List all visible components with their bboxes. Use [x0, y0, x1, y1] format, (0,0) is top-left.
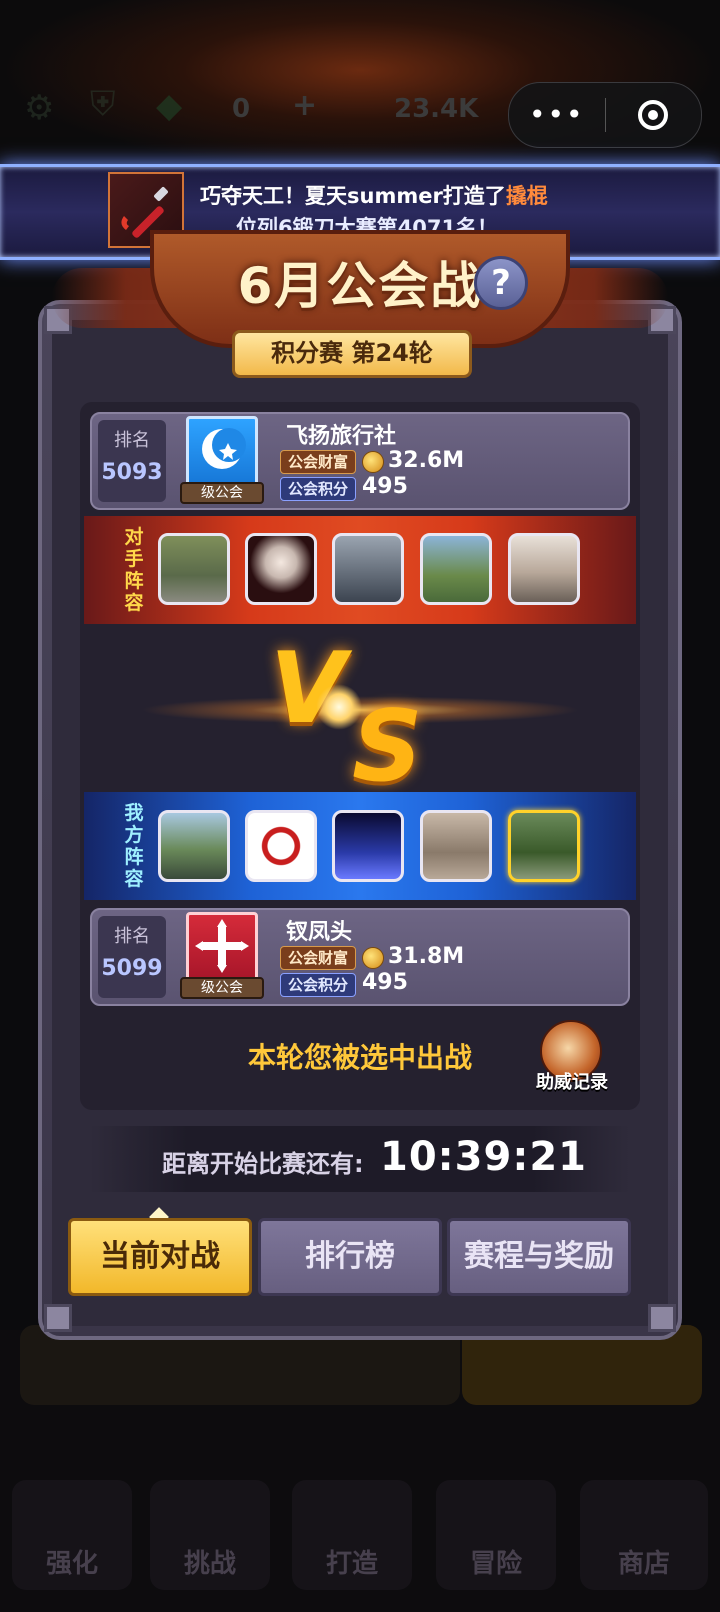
- add-icon: +: [292, 88, 318, 123]
- tab-current-battle[interactable]: 当前对战: [68, 1218, 252, 1296]
- notification-item-name: 撬棍: [505, 184, 548, 208]
- my-avatar-5[interactable]: [508, 810, 580, 882]
- gear-icon: ⚙: [24, 88, 55, 128]
- opponent-lineup-label: 对手阵容: [124, 526, 144, 614]
- guild-badge-icon: ⛨: [90, 84, 116, 124]
- my-rank-box: 排名 5099: [98, 916, 166, 998]
- cross-icon: [195, 919, 249, 973]
- help-button[interactable]: ?: [474, 256, 528, 310]
- opponent-avatar-3[interactable]: [332, 533, 404, 605]
- selected-notice: 本轮您被选中出战: [247, 1041, 472, 1074]
- opponent-guild-level: 级公会: [180, 482, 264, 504]
- rank-label: 排名: [114, 926, 150, 947]
- nav-tab-adventure: 冒险: [436, 1480, 556, 1590]
- coin-icon: [362, 451, 384, 473]
- countdown-label: 距离开始比赛还有:: [162, 1150, 364, 1178]
- opponent-guild-flag: [186, 416, 258, 486]
- points-label: 公会积分: [280, 477, 356, 501]
- opponent-avatar-2[interactable]: [245, 533, 317, 605]
- close-button[interactable]: [606, 100, 702, 130]
- nav-tab-shop: 商店: [580, 1480, 708, 1590]
- panel-corner: [44, 1304, 72, 1332]
- my-avatar-3[interactable]: [332, 810, 404, 882]
- wealth-label: 公会财富: [280, 946, 356, 970]
- tab-leaderboard[interactable]: 排行榜: [258, 1218, 442, 1296]
- opponent-avatar-4[interactable]: [420, 533, 492, 605]
- tab-schedule-rewards[interactable]: 赛程与奖励: [447, 1218, 631, 1296]
- round-badge: 积分赛 第24轮: [232, 330, 472, 378]
- notification-text: 巧夺天工！夏天summer打造了: [200, 184, 506, 208]
- my-avatar-4[interactable]: [420, 810, 492, 882]
- opponent-avatar-5[interactable]: [508, 533, 580, 605]
- nav-tab-upgrade: 强化: [12, 1480, 132, 1590]
- nav-tab-challenge: 挑战: [150, 1480, 270, 1590]
- target-icon: [638, 100, 669, 130]
- vs-s: S: [352, 690, 423, 804]
- coin-count: 23.4K: [394, 94, 479, 124]
- opponent-avatar-1[interactable]: [158, 533, 230, 605]
- my-guild-card[interactable]: [90, 908, 630, 1006]
- my-rank: 5099: [101, 956, 163, 981]
- wealth-label: 公会财富: [280, 450, 356, 474]
- panel-corner: [648, 1304, 676, 1332]
- spark-icon: [316, 684, 362, 730]
- opponent-points: 495: [362, 474, 408, 499]
- gem-icon: ◆: [156, 86, 183, 126]
- my-lineup-label: 我方阵容: [124, 802, 144, 890]
- my-points: 495: [362, 970, 408, 995]
- rank-label: 排名: [114, 430, 150, 451]
- gem-count: 0: [232, 94, 251, 124]
- notification-line1: 巧夺天工！夏天summer打造了撬棍: [200, 180, 548, 210]
- my-wealth: 31.8M: [388, 944, 465, 969]
- coin-icon: [362, 947, 384, 969]
- miniprogram-capsule: •••: [508, 82, 702, 148]
- points-label: 公会积分: [280, 973, 356, 997]
- my-avatar-2[interactable]: [245, 810, 317, 882]
- my-guild-name: 钗凤头: [286, 920, 353, 945]
- my-guild-flag: [186, 912, 258, 982]
- nav-tab-forge: 打造: [292, 1480, 412, 1590]
- more-button[interactable]: •••: [509, 85, 605, 145]
- moon-star-icon: [202, 428, 246, 469]
- my-avatar-1[interactable]: [158, 810, 230, 882]
- cheer-record-button[interactable]: 助威记录: [530, 1068, 614, 1094]
- opponent-rank: 5093: [101, 460, 163, 485]
- countdown-value: 10:39:21: [380, 1134, 587, 1180]
- opponent-guild-name: 飞扬旅行社: [286, 424, 397, 449]
- opponent-rank-box: 排名 5093: [98, 420, 166, 502]
- my-guild-level: 级公会: [180, 977, 264, 999]
- opponent-wealth: 32.6M: [388, 448, 465, 473]
